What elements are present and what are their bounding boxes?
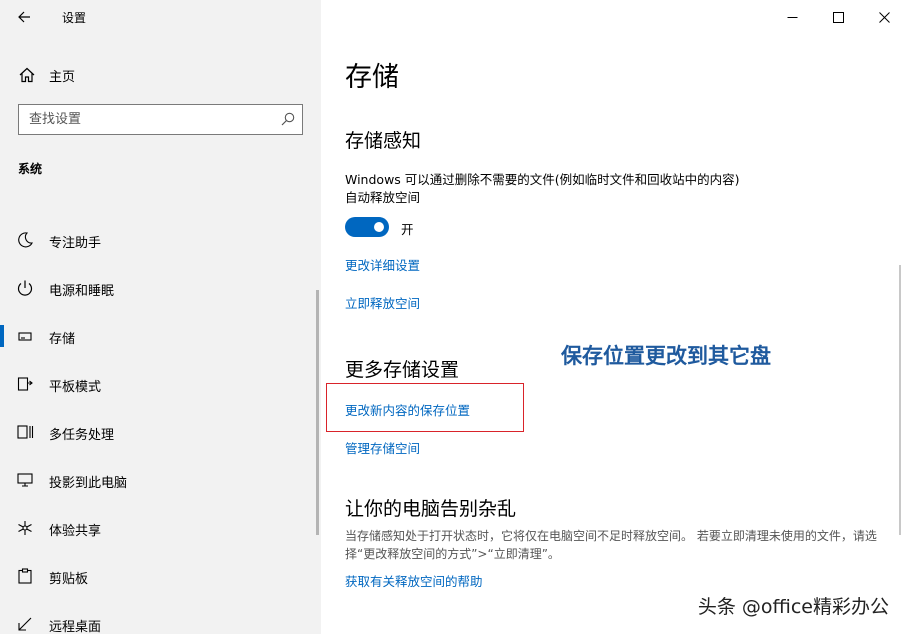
selection-indicator	[0, 325, 4, 347]
sidebar-item-projecting[interactable]: 投影到此电脑	[0, 460, 315, 500]
declutter-description: 当存储感知处于打开状态时，它将仅在电脑空间不足时释放空间。 若要立即清理未使用的…	[345, 529, 877, 561]
tablet-mode-icon	[17, 377, 33, 391]
change-save-location-link[interactable]: 更改新内容的保存位置	[345, 400, 470, 419]
titlebar-left: 设置	[0, 0, 321, 34]
sidebar-item-label: 存储	[49, 332, 76, 347]
sidebar: 设置 主页 系统 专注助手 电源和睡眠 存储	[0, 0, 321, 634]
sidebar-item-label: 剪贴板	[49, 572, 89, 587]
manage-storage-spaces-link[interactable]: 管理存储空间	[345, 438, 420, 457]
annotation-text: 保存位置更改到其它盘	[561, 344, 771, 368]
app-title: 设置	[62, 11, 87, 25]
back-arrow-icon	[18, 11, 30, 23]
projecting-icon	[17, 473, 33, 487]
sidebar-item-storage[interactable]: 存储	[0, 316, 315, 356]
sidebar-item-remote-desktop[interactable]: 远程桌面	[0, 604, 315, 634]
minimize-button[interactable]	[769, 0, 815, 34]
section-label-system: 系统	[18, 162, 43, 176]
minimize-icon	[787, 16, 797, 18]
watermark: 头条 @office精彩办公	[697, 596, 889, 618]
content-pane: 存储 存储感知 Windows 可以通过删除不需要的文件(例如临时文件和回收站中…	[321, 0, 907, 634]
page-title: 存储	[345, 62, 399, 93]
clipboard-icon	[18, 568, 32, 584]
sidebar-item-tablet-mode[interactable]: 平板模式	[0, 364, 315, 404]
change-storage-sense-link[interactable]: 更改详细设置	[345, 255, 420, 274]
toggle-knob	[374, 222, 384, 232]
sidebar-item-label: 主页	[49, 70, 76, 85]
back-button[interactable]	[10, 3, 38, 31]
window-controls	[769, 0, 907, 34]
sidebar-item-label: 专注助手	[49, 236, 102, 251]
sidebar-item-multitasking[interactable]: 多任务处理	[0, 412, 315, 452]
search-icon[interactable]	[280, 111, 296, 127]
close-button[interactable]	[861, 0, 907, 34]
sidebar-item-label: 平板模式	[49, 380, 102, 395]
sidebar-item-shared-experiences[interactable]: 体验共享	[0, 508, 315, 548]
storage-sense-heading: 存储感知	[345, 130, 422, 152]
more-storage-settings-heading: 更多存储设置	[345, 359, 460, 381]
sidebar-item-home[interactable]: 主页	[0, 60, 321, 90]
toggle-state-label: 开	[401, 222, 414, 237]
search-input[interactable]	[19, 105, 269, 134]
search-box[interactable]	[18, 104, 303, 135]
maximize-icon	[832, 11, 844, 23]
storage-icon	[18, 332, 32, 341]
sidebar-item-label: 体验共享	[49, 524, 102, 539]
maximize-button[interactable]	[815, 0, 861, 34]
sidebar-item-label: 电源和睡眠	[49, 284, 115, 299]
storage-sense-toggle[interactable]	[345, 217, 389, 237]
sidebar-item-clipboard[interactable]: 剪贴板	[0, 556, 315, 596]
content-scrollbar[interactable]	[899, 265, 901, 535]
storage-sense-description-line1: Windows 可以通过删除不需要的文件(例如临时文件和回收站中的内容)	[345, 172, 740, 187]
sidebar-item-power-sleep[interactable]: 电源和睡眠	[0, 268, 315, 308]
moon-icon	[18, 232, 33, 248]
multitasking-icon	[17, 425, 34, 439]
home-icon	[19, 67, 35, 83]
power-icon	[17, 280, 33, 296]
sidebar-item-label: 投影到此电脑	[49, 476, 128, 491]
free-up-space-now-link[interactable]: 立即释放空间	[345, 293, 420, 312]
free-space-help-link[interactable]: 获取有关释放空间的帮助	[345, 571, 483, 590]
sidebar-item-label: 远程桌面	[49, 620, 102, 634]
sidebar-item-focus-assist[interactable]: 专注助手	[0, 220, 315, 260]
sidebar-scrollbar[interactable]	[316, 290, 319, 535]
remote-desktop-icon	[18, 617, 32, 631]
storage-sense-description-line2: 自动释放空间	[345, 190, 421, 205]
close-icon	[878, 11, 890, 23]
declutter-heading: 让你的电脑告别杂乱	[345, 498, 517, 520]
shared-experiences-icon	[18, 521, 32, 535]
sidebar-item-label: 多任务处理	[49, 428, 115, 443]
